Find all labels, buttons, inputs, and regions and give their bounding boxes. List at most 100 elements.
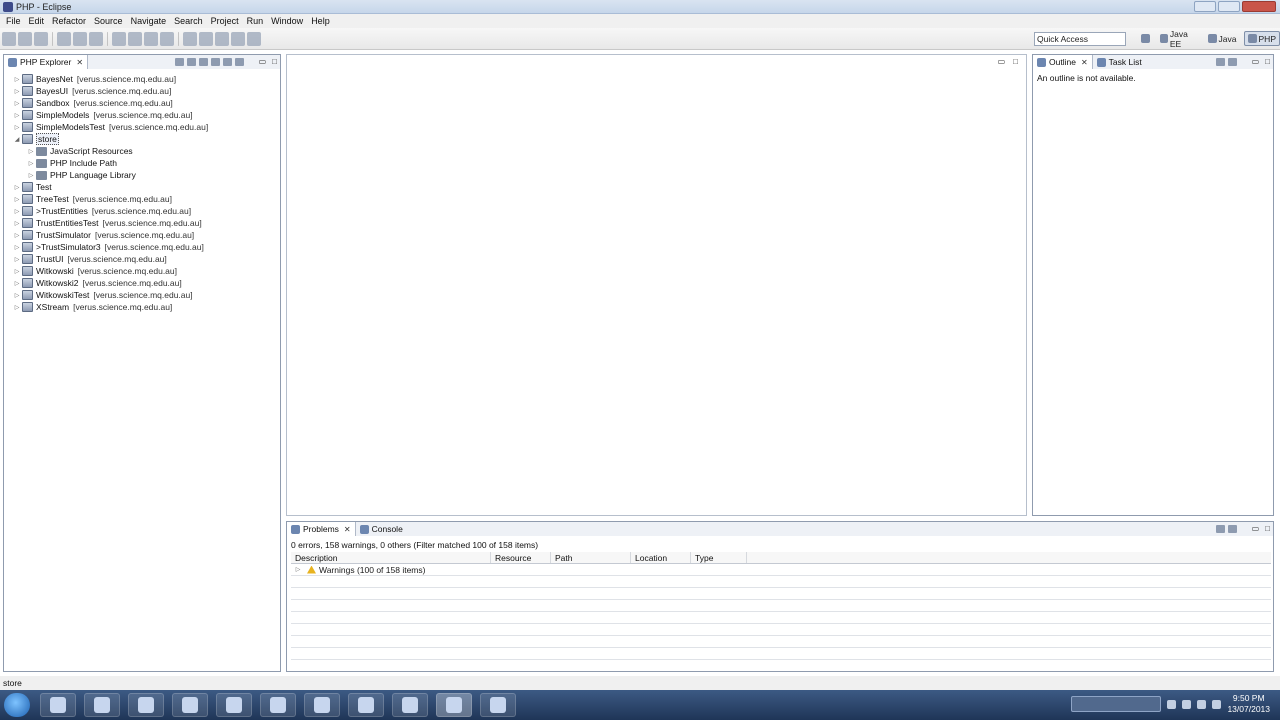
maximize-view-icon[interactable]: □ — [272, 57, 277, 66]
open-perspective-button[interactable] — [1138, 31, 1153, 46]
column-description[interactable]: Description — [291, 552, 491, 563]
column-resource[interactable]: Resource — [491, 552, 551, 563]
perspective-java-ee[interactable]: Java EE — [1157, 29, 1201, 49]
show-hidden-icons-icon[interactable] — [1167, 699, 1177, 709]
menu-window[interactable]: Window — [267, 14, 307, 28]
project-node[interactable]: ▷ >TrustEntities [verus.science.mq.edu.au] — [4, 205, 280, 217]
back-icon[interactable] — [175, 58, 184, 66]
collapse-arrow-icon[interactable]: ◢ — [12, 136, 22, 143]
taskbar-explorer[interactable] — [40, 693, 76, 717]
menu-edit[interactable]: Edit — [25, 14, 49, 28]
menu-run[interactable]: Run — [243, 14, 268, 28]
editor-area[interactable]: ▭ □ — [286, 54, 1027, 516]
close-icon[interactable]: ✕ — [1081, 58, 1088, 67]
expand-arrow-icon[interactable]: ▷ — [26, 172, 36, 179]
forward-icon[interactable] — [187, 58, 196, 66]
taskbar-app[interactable] — [348, 693, 384, 717]
expand-arrow-icon[interactable]: ▷ — [12, 196, 22, 203]
collapse-all-icon[interactable] — [211, 58, 220, 66]
expand-arrow-icon[interactable]: ▷ — [12, 280, 22, 287]
menu-search[interactable]: Search — [170, 14, 207, 28]
perspective-php[interactable]: PHP — [1243, 31, 1280, 46]
expand-arrow-icon[interactable]: ▷ — [12, 112, 22, 119]
view-menu-icon[interactable] — [1228, 58, 1237, 66]
search-icon[interactable] — [160, 32, 174, 46]
minimize-view-icon[interactable]: ▭ — [998, 57, 1006, 66]
expand-arrow-icon[interactable]: ▷ — [12, 184, 22, 191]
close-window-button[interactable] — [1242, 1, 1276, 12]
project-node[interactable]: ▷ Test — [4, 181, 280, 193]
project-node[interactable]: ▷ Witkowski [verus.science.mq.edu.au] — [4, 265, 280, 277]
new-icon[interactable] — [2, 32, 16, 46]
minimize-view-icon[interactable]: ▭ — [259, 57, 267, 66]
expand-arrow-icon[interactable]: ▷ — [12, 244, 22, 251]
project-node[interactable]: ◢ store — [4, 133, 280, 145]
project-node[interactable]: ▷ XStream [verus.science.mq.edu.au] — [4, 301, 280, 313]
close-icon[interactable]: ✕ — [76, 58, 83, 67]
menu-project[interactable]: Project — [207, 14, 243, 28]
external-tools-icon[interactable] — [89, 32, 103, 46]
view-menu-icon[interactable] — [235, 58, 244, 66]
menu-refactor[interactable]: Refactor — [48, 14, 90, 28]
power-icon[interactable] — [1212, 699, 1222, 709]
taskbar-app[interactable] — [480, 693, 516, 717]
project-child-node[interactable]: ▷ PHP Language Library — [4, 169, 280, 181]
project-node[interactable]: ▷ TrustUI [verus.science.mq.edu.au] — [4, 253, 280, 265]
column-path[interactable]: Path — [551, 552, 631, 563]
perspective-java[interactable]: Java — [1205, 31, 1240, 46]
expand-arrow-icon[interactable]: ▷ — [12, 292, 22, 299]
project-child-node[interactable]: ▷ JavaScript Resources — [4, 145, 280, 157]
taskbar-app[interactable] — [304, 693, 340, 717]
expand-arrow-icon[interactable]: ▷ — [12, 124, 22, 131]
view-menu-icon[interactable] — [1228, 525, 1237, 533]
minimize-view-icon[interactable]: ▭ — [1252, 57, 1260, 66]
save-icon[interactable] — [18, 32, 32, 46]
project-node[interactable]: ▷ TrustEntitiesTest [verus.science.mq.edu.… — [4, 217, 280, 229]
previous-annotation-icon[interactable] — [199, 32, 213, 46]
expand-arrow-icon[interactable]: ▷ — [12, 232, 22, 239]
filter-icon[interactable] — [1216, 525, 1225, 533]
taskbar-browser[interactable] — [172, 693, 208, 717]
run-icon[interactable] — [73, 32, 87, 46]
print-icon[interactable] — [34, 32, 48, 46]
tab-outline[interactable]: Outline ✕ — [1033, 55, 1093, 69]
column-location[interactable]: Location — [631, 552, 691, 563]
filter-icon[interactable] — [1216, 58, 1225, 66]
taskbar-app[interactable] — [392, 693, 428, 717]
language-bar[interactable] — [1071, 696, 1162, 712]
project-node[interactable]: ▷ TrustSimulator [verus.science.mq.edu.au] — [4, 229, 280, 241]
tab-php-explorer[interactable]: PHP Explorer ✕ — [4, 55, 89, 69]
table-row[interactable]: ▷ Warnings (100 of 158 items) — [291, 564, 1271, 576]
minimize-button[interactable] — [1194, 1, 1216, 12]
maximize-view-icon[interactable]: □ — [1013, 57, 1018, 66]
tab-problems[interactable]: Problems ✕ — [287, 522, 356, 536]
project-node[interactable]: ▷ WitkowskiTest [verus.science.mq.edu.au] — [4, 289, 280, 301]
maximize-view-icon[interactable]: □ — [1265, 57, 1270, 66]
tab-console[interactable]: Console — [356, 522, 407, 536]
back-icon[interactable] — [231, 32, 245, 46]
start-button[interactable] — [4, 693, 30, 717]
new-php-project-icon[interactable] — [112, 32, 126, 46]
maximize-view-icon[interactable]: □ — [1265, 524, 1270, 533]
expand-arrow-icon[interactable]: ▷ — [12, 220, 22, 227]
tab-task-list[interactable]: Task List — [1093, 55, 1146, 69]
last-edit-icon[interactable] — [215, 32, 229, 46]
project-node[interactable]: ▷ SimpleModels [verus.science.mq.edu.au] — [4, 109, 280, 121]
expand-arrow-icon[interactable]: ▷ — [12, 100, 22, 107]
expand-arrow-icon[interactable]: ▷ — [26, 160, 36, 167]
project-node[interactable]: ▷ >TrustSimulator3 [verus.science.mq.edu.a… — [4, 241, 280, 253]
project-node[interactable]: ▷ BayesNet [verus.science.mq.edu.au] — [4, 73, 280, 85]
taskbar-eclipse[interactable] — [436, 693, 472, 717]
link-with-editor-icon[interactable] — [223, 58, 232, 66]
expand-arrow-icon[interactable]: ▷ — [12, 208, 22, 215]
up-icon[interactable] — [199, 58, 208, 66]
taskbar-clock[interactable]: 9:50 PM 13/07/2013 — [1227, 693, 1270, 715]
menu-navigate[interactable]: Navigate — [127, 14, 171, 28]
menu-file[interactable]: File — [2, 14, 25, 28]
quick-access-input[interactable]: Quick Access — [1034, 32, 1126, 46]
network-icon[interactable] — [1182, 699, 1192, 709]
new-php-file-icon[interactable] — [128, 32, 142, 46]
project-node[interactable]: ▷ TreeTest [verus.science.mq.edu.au] — [4, 193, 280, 205]
project-node[interactable]: ▷ BayesUI [verus.science.mq.edu.au] — [4, 85, 280, 97]
volume-icon[interactable] — [1197, 699, 1207, 709]
